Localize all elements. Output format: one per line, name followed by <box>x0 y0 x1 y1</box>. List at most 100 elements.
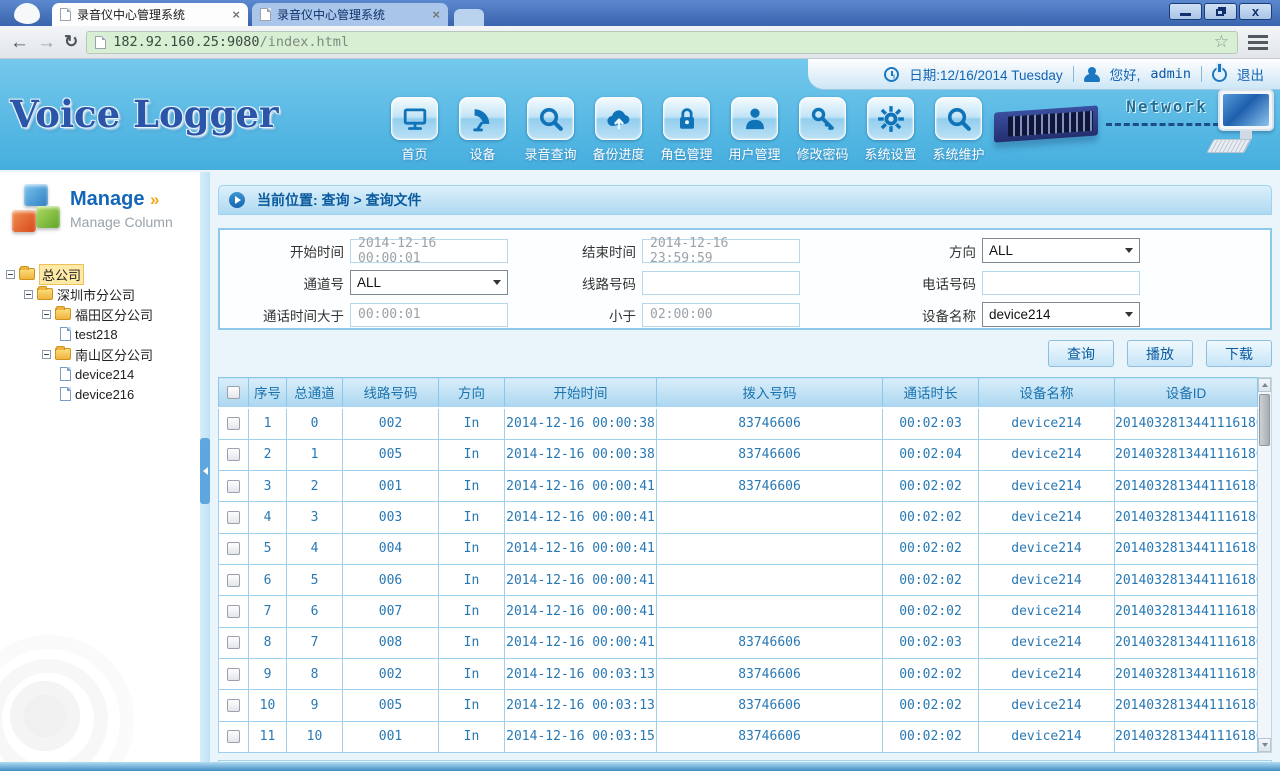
nav-item-user[interactable]: 用户管理 <box>727 97 782 163</box>
action-button[interactable]: 播放 <box>1127 340 1193 367</box>
row-checkbox[interactable] <box>227 668 240 681</box>
row-checkbox[interactable] <box>227 730 240 743</box>
table-row[interactable]: 10002In2014-12-16 00:00:388374660600:02:… <box>219 408 1258 439</box>
nav-item-lock[interactable]: 角色管理 <box>659 97 714 163</box>
back-button[interactable]: ← <box>10 33 29 52</box>
row-select-cell <box>219 533 249 564</box>
tree-item[interactable]: 深圳市分公司 <box>6 284 196 304</box>
field-select[interactable]: device214 <box>982 302 1140 327</box>
clock-icon <box>884 67 899 82</box>
table-cell: In <box>439 470 505 501</box>
row-checkbox[interactable] <box>227 605 240 618</box>
field-select[interactable]: ALL <box>982 238 1140 263</box>
tree-item[interactable]: 南山区分公司 <box>6 344 196 364</box>
minimize-button[interactable] <box>1169 3 1202 20</box>
tree-expander-icon[interactable] <box>42 310 51 319</box>
reload-button[interactable]: ↻ <box>64 32 78 52</box>
scrollbar-thumb[interactable] <box>1259 394 1270 446</box>
nav-item-monitor[interactable]: 首页 <box>387 97 442 163</box>
nav-item-cloud[interactable]: 备份进度 <box>591 97 646 163</box>
new-tab-button[interactable] <box>454 9 484 26</box>
table-cell: 00:02:02 <box>883 533 979 564</box>
row-checkbox[interactable] <box>227 511 240 524</box>
field-select[interactable]: ALL <box>350 270 508 295</box>
row-checkbox[interactable] <box>227 480 240 493</box>
action-button[interactable]: 查询 <box>1048 340 1114 367</box>
breadcrumb-text: 当前位置: 查询 > 查询文件 <box>257 190 422 210</box>
forward-button[interactable]: → <box>37 33 56 52</box>
row-select-cell <box>219 502 249 533</box>
action-button[interactable]: 下载 <box>1206 340 1272 367</box>
collapse-left-icon <box>203 467 208 475</box>
table-row[interactable]: 65006In2014-12-16 00:00:4100:02:02device… <box>219 564 1258 595</box>
close-button[interactable]: x <box>1239 3 1272 20</box>
row-checkbox[interactable] <box>227 542 240 555</box>
table-scrollbar[interactable] <box>1258 377 1272 753</box>
nav-item-gear[interactable]: 系统设置 <box>863 97 918 163</box>
tree-item[interactable]: 福田区分公司 <box>6 304 196 324</box>
table-cell: 2 <box>287 470 343 501</box>
tree-expander-icon[interactable] <box>6 270 15 279</box>
field-input[interactable] <box>642 271 800 295</box>
row-checkbox[interactable] <box>227 636 240 649</box>
table-row[interactable]: 1110001In2014-12-16 00:03:158374660600:0… <box>219 721 1258 752</box>
table-row[interactable]: 21005In2014-12-16 00:00:388374660600:02:… <box>219 439 1258 470</box>
table-cell: 2014-12-16 00:00:41 <box>505 470 657 501</box>
tree-item[interactable]: device214 <box>6 364 196 384</box>
column-header: 序号 <box>249 378 287 408</box>
tree-expander-icon[interactable] <box>42 350 51 359</box>
browser-menu-button[interactable] <box>1246 31 1270 54</box>
browser-tab[interactable]: 录音仪中心管理系统× <box>252 3 448 26</box>
browser-tab[interactable]: 录音仪中心管理系统× <box>52 3 248 26</box>
scroll-down-icon[interactable] <box>1258 738 1271 752</box>
row-checkbox[interactable] <box>227 448 240 461</box>
field-label: 方向 <box>864 241 976 261</box>
field-input[interactable]: 2014-12-16 23:59:59 <box>642 239 800 263</box>
folder-icon <box>37 288 53 300</box>
table-row[interactable]: 32001In2014-12-16 00:00:418374660600:02:… <box>219 470 1258 501</box>
field-input[interactable] <box>982 271 1140 295</box>
table-cell: 00:02:03 <box>883 408 979 439</box>
restore-button[interactable] <box>1204 3 1237 20</box>
tree-expander-icon[interactable] <box>24 290 33 299</box>
nav-item-search[interactable]: 录音查询 <box>523 97 578 163</box>
logout-button[interactable]: 退出 <box>1237 64 1264 84</box>
table-row[interactable]: 87008In2014-12-16 00:00:418374660600:02:… <box>219 627 1258 658</box>
field-input[interactable]: 02:00:00 <box>642 303 800 327</box>
content-area: 当前位置: 查询 > 查询文件 开始时间2014-12-16 00:00:01结… <box>218 172 1272 771</box>
network-switch-icon <box>994 105 1098 142</box>
field-input[interactable]: 2014-12-16 00:00:01 <box>350 239 508 263</box>
table-row[interactable]: 54004In2014-12-16 00:00:4100:02:02device… <box>219 533 1258 564</box>
table-row[interactable]: 76007In2014-12-16 00:00:4100:02:02device… <box>219 596 1258 627</box>
address-bar[interactable]: 182.92.160.25:9080/index.html ☆ <box>86 31 1238 54</box>
sidebar: Manage » Manage Column 总公司深圳市分公司福田区分公司te… <box>0 172 200 771</box>
table-cell: 00:02:02 <box>883 564 979 595</box>
tab-close-icon[interactable]: × <box>232 8 240 21</box>
tab-close-icon[interactable]: × <box>432 8 440 21</box>
file-icon <box>60 327 71 341</box>
row-checkbox[interactable] <box>227 574 240 587</box>
tree-item[interactable]: device216 <box>6 384 196 404</box>
table-row[interactable]: 43003In2014-12-16 00:00:4100:02:02device… <box>219 502 1258 533</box>
table-cell: In <box>439 627 505 658</box>
nav-item-key[interactable]: 修改密码 <box>795 97 850 163</box>
bookmark-star-icon[interactable]: ☆ <box>1214 32 1229 52</box>
row-checkbox[interactable] <box>227 417 240 430</box>
tree-item-label: 南山区分公司 <box>75 345 153 364</box>
tree-item[interactable]: test218 <box>6 324 196 344</box>
table-cell <box>657 596 883 627</box>
row-checkbox[interactable] <box>227 699 240 712</box>
table-cell: 00:02:04 <box>883 439 979 470</box>
scroll-up-icon[interactable] <box>1258 378 1271 392</box>
nav-item-search[interactable]: 系统维护 <box>931 97 986 163</box>
select-all-checkbox[interactable] <box>227 386 240 399</box>
search-icon <box>527 97 574 140</box>
table-row[interactable]: 109005In2014-12-16 00:03:138374660600:02… <box>219 690 1258 721</box>
table-row[interactable]: 98002In2014-12-16 00:03:138374660600:02:… <box>219 658 1258 689</box>
table-cell: In <box>439 658 505 689</box>
table-cell: 11 <box>249 721 287 752</box>
sidebar-collapse-handle[interactable] <box>200 438 210 504</box>
tree-item[interactable]: 总公司 <box>6 264 196 284</box>
field-input[interactable]: 00:00:01 <box>350 303 508 327</box>
nav-item-satellite[interactable]: 设备 <box>455 97 510 163</box>
